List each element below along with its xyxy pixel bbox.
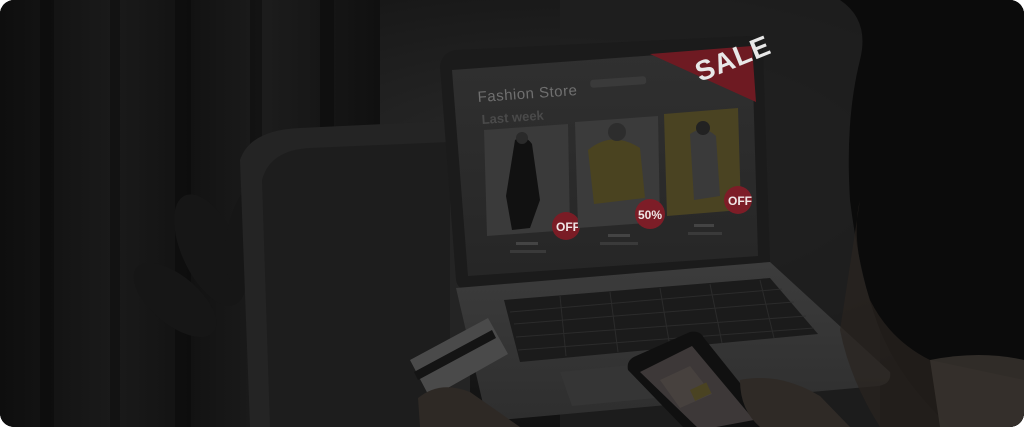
hero-image: Fashion Store Last week SALE OFF 50% OFF: [0, 0, 1024, 427]
chair-inner: [262, 142, 450, 427]
person-shoulder: [930, 355, 1024, 427]
photo-illustration: Fashion Store Last week SALE OFF 50% OFF: [0, 0, 1024, 427]
model-figure: [690, 129, 720, 200]
discount-badge-text: 50%: [638, 208, 662, 222]
discount-badge-text: OFF: [556, 220, 580, 234]
discount-badge-text: OFF: [728, 194, 752, 208]
model-figure: [588, 139, 645, 204]
